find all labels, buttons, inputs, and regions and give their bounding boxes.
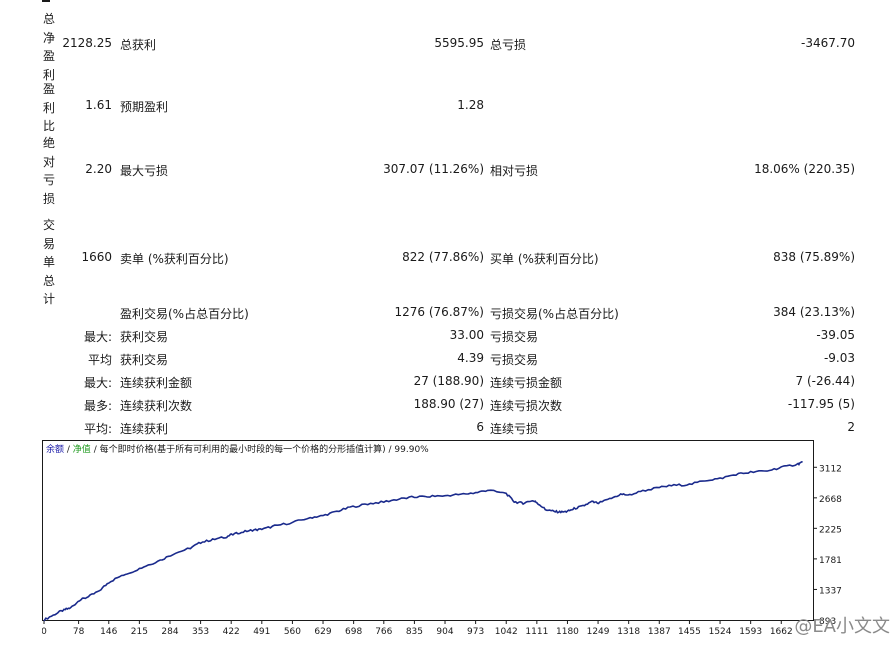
top-edge-mark [42, 0, 50, 2]
x-tick-label: 1662 [770, 627, 793, 637]
watermark: @EA小文文 [794, 616, 890, 637]
label-max-consec-wins: 连续获利金额 [120, 376, 193, 390]
y-tick-label: 1337 [819, 586, 842, 596]
x-tick-label: 284 [161, 627, 178, 637]
value-maximal-consec-loss: -117.95 (5) [787, 397, 855, 411]
equity-chart-svg: 余额 / 净值 / 每个即时价格(基于所有可利用的最小时段的每一个价格的分形插值… [41, 440, 842, 637]
x-tick-label: 629 [314, 627, 331, 637]
x-tick-label: 973 [467, 627, 484, 637]
y-tick-label: 2668 [819, 495, 842, 505]
x-tick-label: 146 [100, 627, 117, 637]
value-largest-loss-trade: -39.05 [816, 328, 855, 342]
x-tick-label: 1318 [617, 627, 640, 637]
chart-header: 余额 / 净值 / 每个即时价格(基于所有可利用的最小时段的每一个价格的分形插值… [46, 443, 429, 455]
value-loss-trades: 384 (23.13%) [773, 305, 855, 319]
value-max-consec-wins: 27 (188.90) [413, 374, 484, 388]
y-tick-label: 3112 [819, 464, 842, 474]
value-expected-payoff: 1.28 [457, 98, 484, 112]
y-tick-label: 2225 [819, 525, 842, 535]
x-tick-label: 1249 [587, 627, 610, 637]
x-tick-label: 1387 [648, 627, 671, 637]
label-absolute-drawdown: 绝对亏损 [42, 136, 55, 206]
x-tick-label: 560 [284, 627, 301, 637]
value-short-positions: 822 (77.86%) [402, 250, 484, 264]
x-tick-label: 1593 [739, 627, 762, 637]
label-expected-payoff: 预期盈利 [120, 100, 169, 114]
label-largest-loss-trade: 亏损交易 [490, 330, 539, 344]
chart-frame [42, 440, 814, 621]
label-short-positions: 卖单 (%获利百分比) [120, 252, 229, 266]
label-profit-trades: 盈利交易(%占总百分比) [120, 307, 249, 321]
label-total-trades: 交易单总计 [42, 218, 55, 306]
value-largest-profit-trade: 33.00 [449, 328, 484, 342]
label-max-consec-prefix: 最大: [83, 376, 112, 390]
x-tick-label: 904 [436, 627, 453, 637]
value-max-consec-losses: 7 (-26.44) [795, 374, 856, 388]
value-gross-loss: -3467.70 [801, 36, 855, 50]
label-maximal-consec-profit: 连续获利次数 [120, 399, 193, 413]
x-tick-label: 215 [131, 627, 148, 637]
label-gross-loss: 总亏损 [490, 38, 527, 52]
label-avg-consec-losses: 连续亏损 [490, 422, 539, 436]
x-tick-label: 78 [73, 627, 85, 637]
balance-legend: 余额 [46, 443, 64, 455]
y-tick-label: 1781 [819, 556, 842, 566]
value-total-net-profit: 2128.25 [62, 36, 112, 50]
value-maximal-drawdown: 307.07 (11.26%) [383, 162, 484, 176]
modeling-quality: 99.90% [394, 445, 429, 455]
label-maximal-consec-prefix: 最多: [83, 399, 112, 413]
label-relative-drawdown: 相对亏损 [490, 164, 539, 178]
modeling-mode: 每个即时价格(基于所有可利用的最小时段的每一个价格的分形插值计算) [100, 443, 386, 455]
value-relative-drawdown: 18.06% (220.35) [754, 162, 855, 176]
label-loss-trades: 亏损交易(%占总百分比) [490, 307, 619, 321]
x-tick-label: 491 [253, 627, 270, 637]
value-gross-profit: 5595.95 [434, 36, 484, 50]
x-tick-label: 0 [42, 627, 47, 637]
value-avg-consec-losses: 2 [847, 420, 855, 434]
label-average-loss-trade: 亏损交易 [490, 353, 539, 367]
value-average-loss-trade: -9.03 [823, 351, 855, 365]
value-avg-consec-wins: 6 [476, 420, 484, 434]
x-axis: 0 78 146 215 284 353 422 491 560 629 698 766 835 904 9… [41, 620, 793, 637]
label-largest-prefix: 最大: [83, 330, 112, 344]
x-tick-label: 422 [223, 627, 240, 637]
value-absolute-drawdown: 2.20 [85, 162, 112, 176]
value-long-positions: 838 (75.89%) [773, 250, 855, 264]
equity-legend: 净值 [73, 443, 91, 455]
label-total-net-profit: 总净盈利 [42, 12, 55, 82]
label-largest-profit-trade: 获利交易 [120, 330, 169, 344]
label-long-positions: 买单 (%获利百分比) [490, 252, 599, 266]
equity-chart: 余额 / 净值 / 每个即时价格(基于所有可利用的最小时段的每一个价格的分形插值… [41, 440, 892, 644]
x-tick-label: 1524 [709, 627, 732, 637]
label-average-profit-trade: 获利交易 [120, 353, 169, 367]
x-tick-label: 1042 [495, 627, 518, 637]
x-tick-label: 1180 [556, 627, 579, 637]
value-profit-factor: 1.61 [85, 98, 112, 112]
value-total-trades: 1660 [81, 250, 112, 264]
label-maximal-consec-loss: 连续亏损次数 [490, 399, 563, 413]
label-profit-factor: 盈利比 [42, 82, 55, 133]
x-tick-label: 353 [192, 627, 209, 637]
label-gross-profit: 总获利 [120, 38, 157, 52]
label-maximal-drawdown: 最大亏损 [120, 164, 169, 178]
value-maximal-consec-profit: 188.90 (27) [413, 397, 484, 411]
x-tick-label: 1455 [678, 627, 701, 637]
label-max-consec-losses: 连续亏损金额 [490, 376, 563, 390]
label-avg-consec-prefix: 平均: [83, 422, 112, 436]
value-average-profit-trade: 4.39 [457, 351, 484, 365]
x-tick-label: 835 [406, 627, 423, 637]
label-average-prefix: 平均 [87, 353, 112, 367]
y-axis: 31122668222517811337893 [813, 464, 842, 627]
value-profit-trades: 1276 (76.87%) [394, 305, 484, 319]
x-tick-label: 1111 [525, 627, 548, 637]
label-avg-consec-wins: 连续获利 [120, 422, 169, 436]
x-tick-label: 766 [375, 627, 392, 637]
x-tick-label: 698 [345, 627, 362, 637]
